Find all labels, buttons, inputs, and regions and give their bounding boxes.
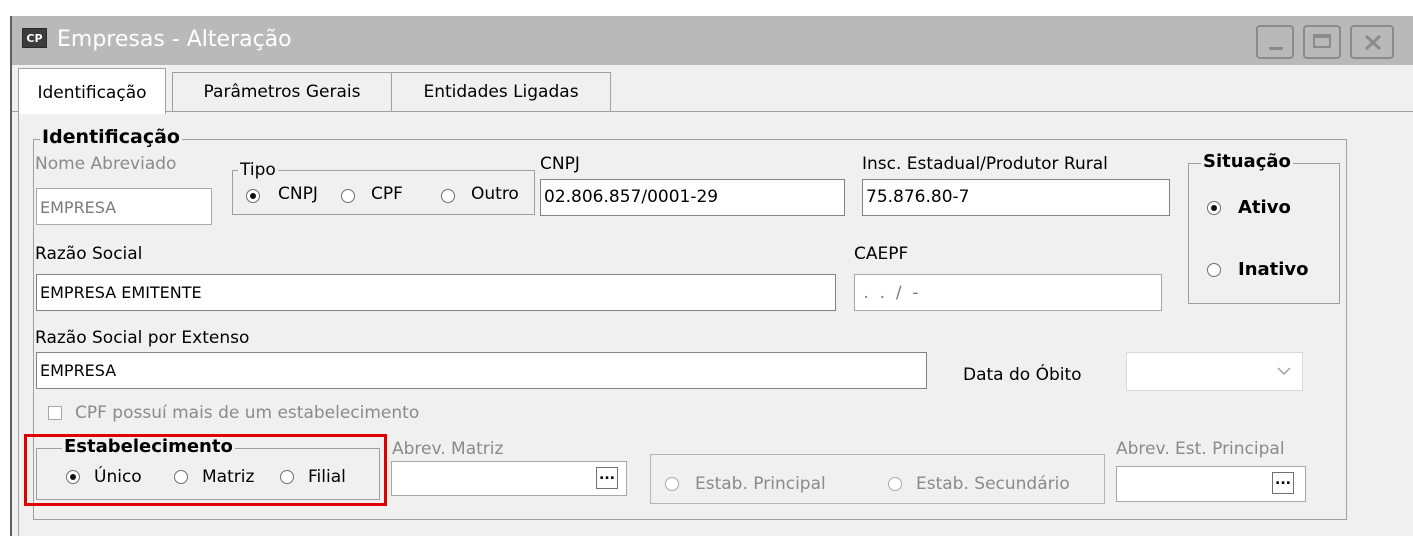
window-title: Empresas - Alteração xyxy=(57,27,292,52)
situacao-group xyxy=(1188,163,1340,304)
insc-estadual-label: Insc. Estadual/Produtor Rural xyxy=(862,154,1108,174)
cpf-mais-estab-checkbox[interactable] xyxy=(48,406,62,420)
situacao-inativo-radio[interactable] xyxy=(1207,263,1221,277)
app-icon: CP xyxy=(22,28,47,48)
nome-abreviado-field[interactable]: EMPRESA xyxy=(36,188,212,225)
tipo-cpf-label[interactable]: CPF xyxy=(371,184,403,204)
tipo-outro-label[interactable]: Outro xyxy=(471,184,519,204)
close-icon xyxy=(1364,34,1382,51)
minimize-icon xyxy=(1269,47,1283,50)
tipo-outro-radio[interactable] xyxy=(441,189,455,203)
close-button[interactable] xyxy=(1350,25,1394,59)
tipo-group-label: Tipo xyxy=(238,160,278,180)
identificacao-group-label: Identificação xyxy=(40,126,182,148)
tipo-cnpj-label[interactable]: CNPJ xyxy=(278,184,318,204)
estab-principal-radio[interactable] xyxy=(665,477,679,491)
nome-abreviado-label: Nome Abreviado xyxy=(35,154,177,174)
maximize-button[interactable] xyxy=(1303,25,1341,59)
razao-social-extenso-field[interactable]: EMPRESA xyxy=(36,352,927,389)
tab-parametros-gerais[interactable]: Parâmetros Gerais xyxy=(172,72,392,112)
situacao-ativo-label[interactable]: Ativo xyxy=(1238,197,1291,218)
data-obito-label: Data do Óbito xyxy=(963,365,1082,385)
tipo-cpf-radio[interactable] xyxy=(341,189,355,203)
estab-principal-label[interactable]: Estab. Principal xyxy=(695,474,826,494)
razao-social-label: Razão Social xyxy=(35,244,143,264)
cnpj-field[interactable]: 02.806.857/0001-29 xyxy=(540,179,845,216)
minimize-button[interactable] xyxy=(1256,25,1294,59)
maximize-icon xyxy=(1313,34,1331,48)
cpf-mais-estab-label[interactable]: CPF possuí mais de um estabelecimento xyxy=(75,403,419,423)
insc-estadual-field[interactable]: 75.876.80-7 xyxy=(862,179,1170,216)
situacao-inativo-label[interactable]: Inativo xyxy=(1238,259,1309,280)
situacao-group-label: Situação xyxy=(1201,151,1293,172)
cnpj-label: CNPJ xyxy=(540,154,580,174)
razao-social-extenso-label: Razão Social por Extenso xyxy=(35,328,250,348)
caepf-field[interactable]: . . / - xyxy=(854,274,1162,311)
abrev-est-principal-lookup-button[interactable]: ... xyxy=(1272,472,1294,494)
abrev-matriz-field[interactable] xyxy=(391,461,627,496)
abrev-est-principal-label: Abrev. Est. Principal xyxy=(1116,439,1285,459)
situacao-ativo-radio[interactable] xyxy=(1207,201,1221,215)
abrev-matriz-label: Abrev. Matriz xyxy=(392,439,504,459)
highlight-box xyxy=(24,434,387,506)
estab-secundario-label[interactable]: Estab. Secundário xyxy=(916,474,1070,494)
tab-identificacao[interactable]: Identificação xyxy=(18,68,166,114)
caepf-label: CAEPF xyxy=(854,244,909,264)
abrev-matriz-lookup-button[interactable]: ... xyxy=(596,467,618,489)
tab-entidades-ligadas[interactable]: Entidades Ligadas xyxy=(391,72,611,112)
razao-social-field[interactable]: EMPRESA EMITENTE xyxy=(36,274,836,311)
estab-secundario-radio[interactable] xyxy=(888,477,902,491)
tipo-cnpj-radio[interactable] xyxy=(246,189,260,203)
chevron-down-icon xyxy=(1277,367,1291,376)
